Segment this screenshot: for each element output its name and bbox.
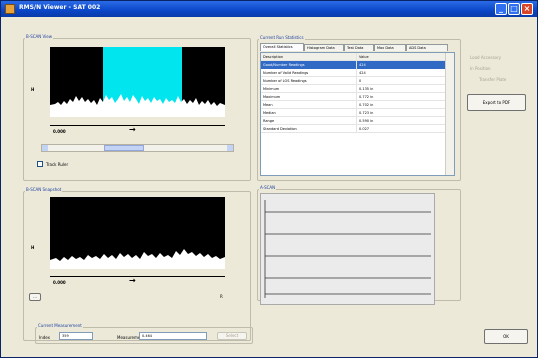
view-scrollbar[interactable]	[41, 144, 234, 152]
view-x-value: 0.000	[53, 129, 66, 134]
ok-button[interactable]: OK	[484, 329, 528, 344]
row-value: 0.135 in	[359, 87, 374, 91]
snapshot-small-button[interactable]: ...	[29, 293, 41, 301]
measurement-group-label: Current Measurement	[37, 323, 83, 328]
snapshot-signal	[50, 249, 225, 269]
load-accessory-option: Load Accessory	[470, 55, 502, 60]
track-ruler-checkbox[interactable]	[37, 161, 43, 167]
snapshot-marker[interactable]: R	[220, 294, 223, 299]
minimize-icon[interactable]: _	[495, 3, 507, 15]
column-description-header[interactable]: Description	[261, 53, 357, 61]
row-value: 0.027	[359, 127, 370, 131]
row-value: 0	[359, 79, 362, 83]
row-description: Maximum	[261, 93, 357, 101]
index-label: Index	[39, 335, 51, 340]
export-button[interactable]: Export to PDF	[467, 94, 526, 111]
row-description: Number of Valid Readings	[261, 69, 357, 77]
stats-grid: Description Value Good/Number Readings 4…	[260, 52, 455, 176]
view-group-label: B-SCAN View	[25, 34, 54, 39]
row-description: Standard Deviation	[261, 125, 357, 133]
select-button[interactable]: Select	[217, 332, 247, 340]
view-direction-arrow: →	[129, 125, 136, 134]
row-value: 424	[359, 71, 366, 75]
table-row[interactable]: Maximum 0.772 in	[261, 93, 447, 101]
view-signal	[50, 47, 225, 117]
stats-grid-header: Description Value	[261, 53, 447, 61]
app-icon	[5, 4, 15, 14]
scroll-left-icon[interactable]	[42, 145, 48, 151]
table-row[interactable]: Minimum 0.135 in	[261, 85, 447, 93]
tab-histogram-data[interactable]: Histogram Data	[304, 44, 344, 51]
track-ruler-label: Track Ruler	[46, 162, 69, 167]
table-row[interactable]: Mean 0.702 in	[261, 101, 447, 109]
table-row[interactable]: Median 0.723 in	[261, 109, 447, 117]
app-window: RMS/N Viewer - SAT 002 _ □ × B-SCAN View…	[0, 0, 538, 358]
snapshot-direction-arrow: →	[129, 276, 136, 285]
snapshot-x-value: 0.000	[53, 280, 66, 285]
snapshot-axis-line	[50, 276, 225, 277]
tab-overall-statistics[interactable]: Overall Statistics	[260, 43, 304, 51]
row-value: 0.702 in	[359, 103, 374, 107]
snapshot-group-label: B-SCAN Snapshot	[25, 187, 63, 192]
view-y-label: H	[31, 87, 35, 92]
view-axis-line	[50, 125, 225, 126]
measurement-field[interactable]: 0.464	[139, 332, 207, 340]
row-description: Minimum	[261, 85, 357, 93]
stats-group-label: Current Run Statistics	[259, 35, 305, 40]
row-value: 0.723 in	[359, 111, 374, 115]
waveform-traces	[264, 200, 431, 298]
row-value: 424	[357, 61, 447, 69]
title-bar[interactable]: RMS/N Viewer - SAT 002 _ □ ×	[1, 1, 537, 17]
column-value-header[interactable]: Value	[357, 53, 447, 61]
view-scroll-thumb[interactable]	[104, 145, 144, 151]
row-description: Mean	[261, 101, 357, 109]
table-row[interactable]: Standard Deviation 0.027	[261, 125, 447, 133]
tab-max-data[interactable]: Max Data	[374, 44, 406, 51]
close-icon[interactable]: ×	[521, 3, 533, 15]
index-field[interactable]: 359	[59, 332, 93, 340]
view-plot[interactable]	[50, 47, 225, 117]
snapshot-plot[interactable]	[50, 197, 225, 269]
maximize-icon[interactable]: □	[508, 3, 520, 15]
table-row[interactable]: Good/Number Readings 424	[261, 61, 447, 69]
row-description: Range	[261, 117, 357, 125]
table-row[interactable]: Number of Valid Readings 424	[261, 69, 447, 77]
waveform-plot[interactable]	[260, 193, 435, 305]
table-row[interactable]: Range 0.590 in	[261, 117, 447, 125]
stats-scrollbar[interactable]	[445, 53, 454, 175]
window-title: RMS/N Viewer - SAT 002	[19, 4, 101, 11]
waveform-group-label: A-SCAN	[259, 185, 277, 190]
in-position-option: In Position	[470, 66, 491, 71]
row-description: Median	[261, 109, 357, 117]
snapshot-y-label: H	[31, 245, 35, 250]
row-description: Good/Number Readings	[261, 61, 357, 69]
row-description: Number of LOS Readings	[261, 77, 357, 85]
row-value: 0.772 in	[359, 95, 374, 99]
table-row[interactable]: Number of LOS Readings 0	[261, 77, 447, 85]
tab-ads-data[interactable]: ADS Data	[406, 44, 448, 51]
tab-test-data[interactable]: Test Data	[344, 44, 374, 51]
scroll-right-icon[interactable]	[227, 145, 233, 151]
transfer-plate-option: Transfer Plate	[479, 77, 507, 82]
row-value: 0.590 in	[359, 119, 374, 123]
